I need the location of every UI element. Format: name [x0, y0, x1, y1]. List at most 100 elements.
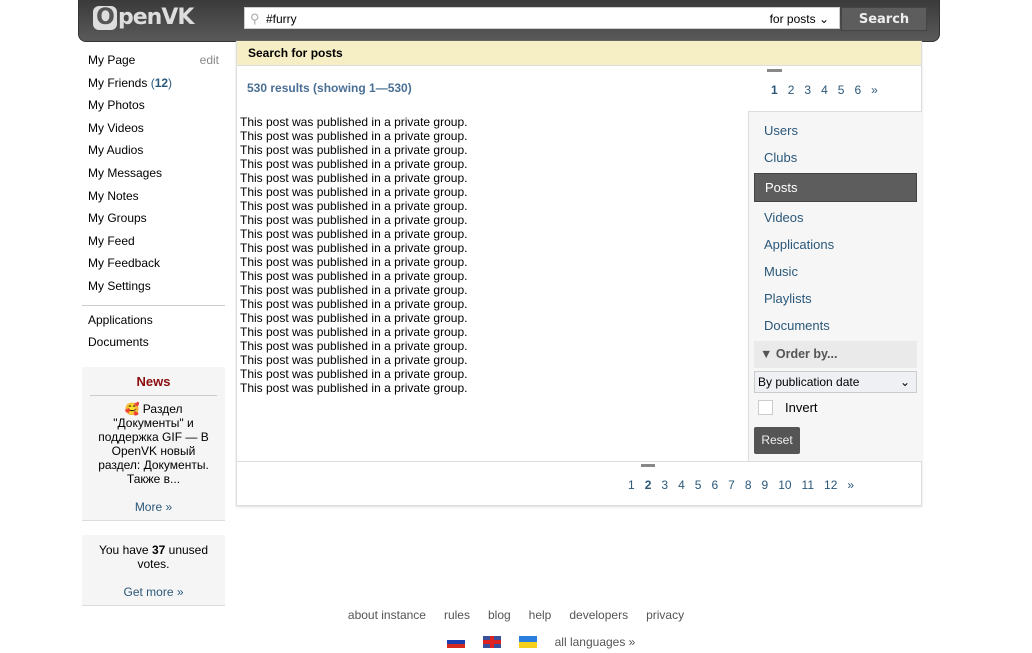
pager-link[interactable]: 10 [773, 478, 796, 492]
order-value: By publication date [758, 375, 860, 389]
pager-link[interactable]: 6 [849, 83, 866, 97]
section-tab-documents[interactable]: Documents [754, 312, 917, 339]
post-item: This post was published in a private gro… [240, 381, 468, 395]
order-by-toggle[interactable]: ▼ Order by... [754, 341, 917, 368]
votes-suffix: unused votes. [137, 542, 209, 571]
search-icon: ⚲ [250, 11, 260, 26]
post-item: This post was published in a private gro… [240, 157, 468, 171]
footer-link[interactable]: rules [444, 608, 470, 622]
order-select[interactable]: By publication date ⌄ [754, 371, 917, 393]
post-item: This post was published in a private gro… [240, 143, 468, 157]
sidebar-item-my-settings[interactable]: My Settings [82, 278, 225, 301]
sidebar-item-my-groups[interactable]: My Groups [82, 210, 225, 233]
pager-link[interactable]: 12 [819, 478, 842, 492]
edit-link[interactable]: edit [200, 52, 219, 68]
news-more-link[interactable]: More » [135, 500, 172, 514]
pager-link[interactable]: 2 [640, 464, 657, 492]
section-tab-applications[interactable]: Applications [754, 231, 917, 258]
post-item: This post was published in a private gro… [240, 311, 468, 325]
divider [82, 304, 225, 306]
sidebar-item-documents[interactable]: Documents [82, 334, 225, 357]
search-section-nav: Users Clubs Posts Videos Applications Music Pl… [748, 111, 922, 461]
flag-uk-icon[interactable] [482, 636, 501, 648]
bottom-pager-bar: 1 2 3 4 5 6 7 8 9 10 11 12» [237, 461, 921, 505]
order-label: Order by... [775, 347, 838, 361]
pager-link[interactable]: 6 [706, 478, 723, 492]
sidebar-item-my-audios[interactable]: My Audios [82, 142, 225, 165]
top-pager: 1 2 3 4 5 6» [766, 69, 883, 97]
section-tab-users[interactable]: Users [754, 117, 917, 144]
logo[interactable]: OpenVK [93, 5, 194, 30]
footer: about instance rules blog help developers pri… [0, 608, 1032, 649]
pager-link[interactable]: 5 [690, 478, 707, 492]
pager-link[interactable]: 11 [797, 478, 819, 492]
section-tab-videos[interactable]: Videos [754, 204, 917, 231]
section-tab-clubs[interactable]: Clubs [754, 144, 917, 171]
post-item: This post was published in a private gro… [240, 185, 468, 199]
pager-link[interactable]: 2 [783, 83, 800, 97]
chevron-down-icon: ⌄ [899, 375, 910, 389]
sidebar-item-applications[interactable]: Applications [82, 312, 225, 335]
search-input[interactable]: ⚲ #furry for posts ⌄ [244, 7, 840, 29]
section-tab-playlists[interactable]: Playlists [754, 285, 917, 312]
sidebar-item-my-photos[interactable]: My Photos [82, 97, 225, 120]
pager-link[interactable]: 1 [766, 69, 783, 97]
pager-link[interactable]: » [866, 83, 883, 97]
news-title: News [90, 374, 217, 396]
get-more-votes-link[interactable]: Get more » [123, 585, 183, 599]
sidebar-item-my-videos[interactable]: My Videos [82, 120, 225, 143]
footer-link[interactable]: about instance [348, 608, 426, 622]
all-languages-link[interactable]: all languages » [555, 635, 636, 649]
label: My Friends [88, 75, 148, 90]
post-item: This post was published in a private gro… [240, 325, 468, 339]
pager-link[interactable]: » [842, 478, 859, 492]
section-tab-posts[interactable]: Posts [754, 173, 917, 202]
post-item: This post was published in a private gro… [240, 171, 468, 185]
footer-link[interactable]: privacy [646, 608, 684, 622]
section-tab-music[interactable]: Music [754, 258, 917, 285]
pager-link[interactable]: 4 [673, 478, 690, 492]
sidebar-item-my-feedback[interactable]: My Feedback [82, 255, 225, 278]
pager-link[interactable]: 4 [816, 83, 833, 97]
invert-checkbox[interactable] [758, 399, 773, 415]
footer-link[interactable]: blog [488, 608, 511, 622]
search-query[interactable]: #furry [266, 12, 297, 26]
chevron-down-icon: ⌄ [818, 12, 829, 26]
invert-label: Invert [785, 399, 818, 415]
post-item: This post was published in a private gro… [240, 199, 468, 213]
sidebar-item-my-page[interactable]: My Page edit [82, 52, 225, 75]
search-button[interactable]: Search [841, 7, 927, 31]
sidebar-item-my-messages[interactable]: My Messages [82, 165, 225, 188]
pager-link[interactable]: 5 [833, 83, 850, 97]
post-item: This post was published in a private gro… [240, 115, 468, 129]
footer-link[interactable]: developers [569, 608, 628, 622]
news-box: News 🥰 Раздел "Документы" и поддержка GI… [82, 366, 225, 521]
footer-link[interactable]: help [529, 608, 552, 622]
search-scope-select[interactable]: for posts ⌄ [770, 12, 829, 26]
bottom-pager: 1 2 3 4 5 6 7 8 9 10 11 12» [623, 464, 859, 492]
votes-box: You have 37 unused votes. Get more » [82, 534, 225, 606]
label: My Page [88, 53, 136, 67]
reset-button[interactable]: Reset [754, 427, 800, 454]
sidebar-item-my-feed[interactable]: My Feed [82, 233, 225, 256]
sidebar: My Page edit My Friends (12) My Photos My… [82, 52, 225, 606]
pager-link[interactable]: 7 [723, 478, 740, 492]
search-scope-label: for posts [769, 12, 816, 26]
pager-link[interactable]: 9 [757, 478, 774, 492]
flag-ua-icon[interactable] [518, 636, 537, 648]
post-item: This post was published in a private gro… [240, 353, 468, 367]
pager-link[interactable]: 8 [740, 478, 757, 492]
post-item: This post was published in a private gro… [240, 297, 468, 311]
sidebar-item-my-notes[interactable]: My Notes [82, 188, 225, 211]
post-item: This post was published in a private gro… [240, 283, 468, 297]
pager-link[interactable]: 3 [799, 83, 816, 97]
post-item: This post was published in a private gro… [240, 339, 468, 353]
pager-link[interactable]: 3 [656, 478, 673, 492]
posts-list: This post was published in a private gro… [240, 115, 467, 395]
votes-prefix: You have [98, 542, 149, 557]
news-text: 🥰 Раздел "Документы" и поддержка GIF — В… [98, 401, 209, 486]
search-results-panel: Search for posts 530 results (showing 1—… [236, 41, 922, 506]
flag-ru-icon[interactable] [446, 636, 465, 648]
sidebar-item-my-friends[interactable]: My Friends (12) [82, 75, 225, 98]
pager-link[interactable]: 1 [623, 478, 640, 492]
